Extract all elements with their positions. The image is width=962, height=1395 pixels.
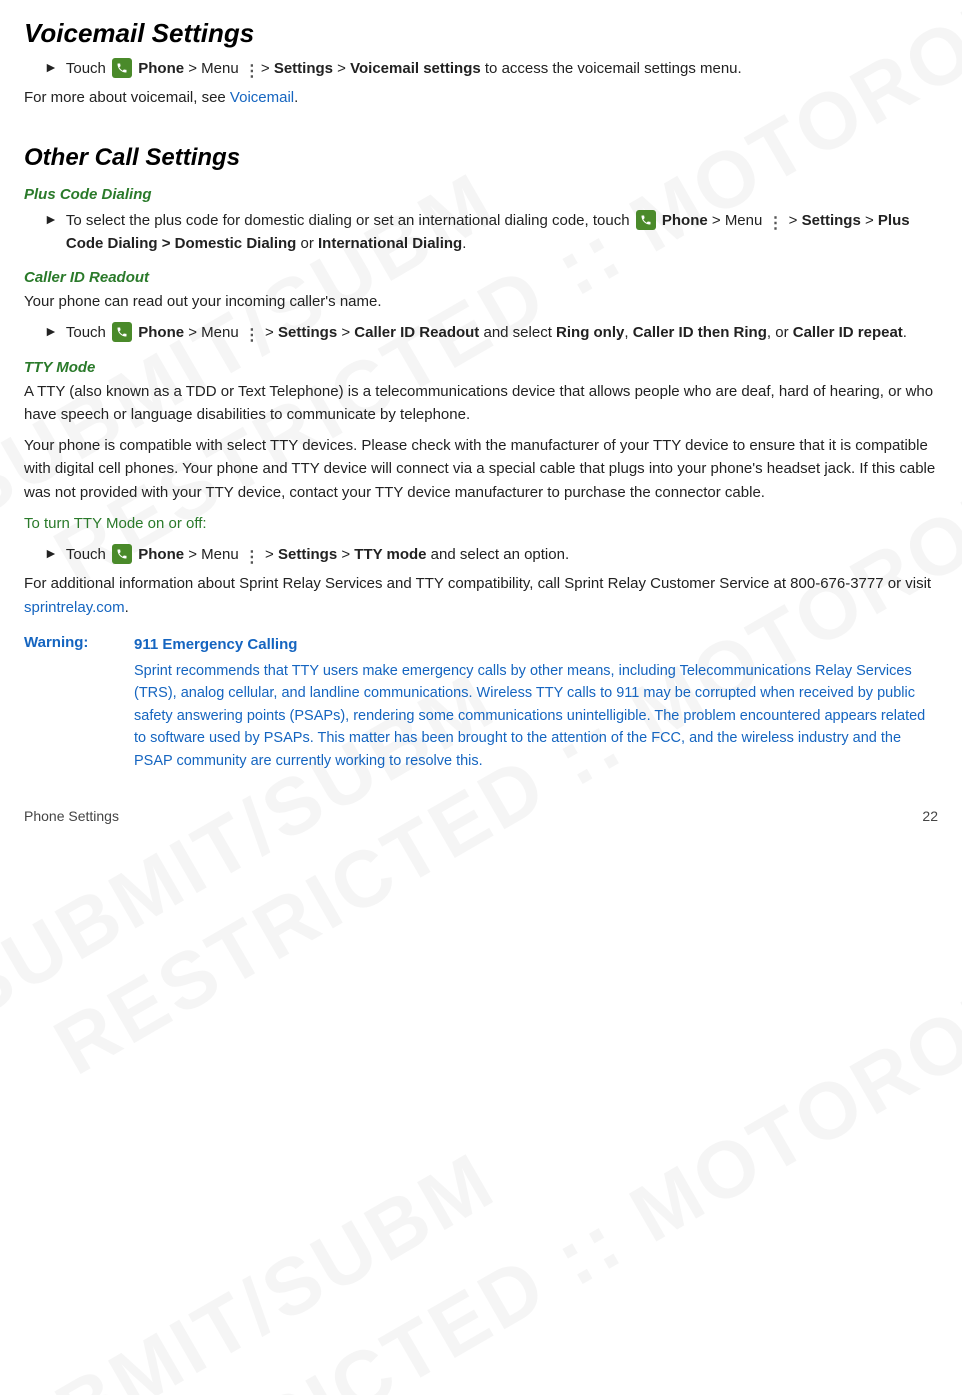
caller-id-instruction: Touch Phone > Menu > Settings > Caller I… xyxy=(66,321,938,344)
tty-bullet: ► Touch Phone > Menu > Settings > TTY mo… xyxy=(44,543,938,566)
phone-icon-2 xyxy=(636,210,656,230)
plus-code-instruction: To select the plus code for domestic dia… xyxy=(66,209,938,256)
tty-additional-info: For additional information about Sprint … xyxy=(24,572,938,619)
menu-icon xyxy=(244,60,260,76)
menu-icon-2 xyxy=(768,212,784,228)
plus-code-bullet: ► To select the plus code for domestic d… xyxy=(44,209,938,256)
tty-turn-on-label: To turn TTY Mode on or off: xyxy=(24,512,938,535)
voicemail-more-info: For more about voicemail, see Voicemail. xyxy=(24,86,938,109)
phone-icon-3 xyxy=(112,322,132,342)
phone-icon xyxy=(112,58,132,78)
voicemail-instruction: Touch Phone > Menu > Settings > Voicemai… xyxy=(66,57,938,80)
footer-right: 22 xyxy=(922,808,938,824)
page-footer: Phone Settings 22 xyxy=(24,802,938,824)
bullet-arrow-3: ► xyxy=(44,323,58,339)
tty-instruction: Touch Phone > Menu > Settings > TTY mode… xyxy=(66,543,938,566)
warning-title: 911 Emergency Calling xyxy=(134,633,938,656)
caller-id-subtitle: Caller ID Readout xyxy=(24,269,938,286)
other-call-settings-title: Other Call Settings xyxy=(24,144,938,172)
bullet-arrow: ► xyxy=(44,59,58,75)
caller-id-description: Your phone can read out your incoming ca… xyxy=(24,290,938,313)
tty-description-2: Your phone is compatible with select TTY… xyxy=(24,434,938,504)
warning-body: Sprint recommends that TTY users make em… xyxy=(134,660,938,772)
warning-section: Warning: 911 Emergency Calling Sprint re… xyxy=(24,633,938,773)
voicemail-bullet-1: ► Touch Phone > Menu > Settings > Voicem… xyxy=(44,57,938,80)
bullet-arrow-4: ► xyxy=(44,545,58,561)
menu-icon-3 xyxy=(244,324,260,340)
footer-left: Phone Settings xyxy=(24,808,119,824)
voicemail-link[interactable]: Voicemail xyxy=(230,89,294,106)
tty-mode-subtitle: TTY Mode xyxy=(24,359,938,376)
sprintrelay-link[interactable]: sprintrelay.com xyxy=(24,599,125,616)
page-content: Voicemail Settings ► Touch Phone > Menu … xyxy=(24,18,938,824)
warning-label: Warning: xyxy=(24,633,134,651)
tty-description-1: A TTY (also known as a TDD or Text Telep… xyxy=(24,380,938,427)
plus-code-subtitle: Plus Code Dialing xyxy=(24,186,938,203)
voicemail-settings-title: Voicemail Settings xyxy=(24,18,938,49)
caller-id-bullet: ► Touch Phone > Menu > Settings > Caller… xyxy=(44,321,938,344)
bullet-arrow-2: ► xyxy=(44,211,58,227)
phone-icon-4 xyxy=(112,544,132,564)
menu-icon-4 xyxy=(244,546,260,562)
warning-content: 911 Emergency Calling Sprint recommends … xyxy=(134,633,938,773)
